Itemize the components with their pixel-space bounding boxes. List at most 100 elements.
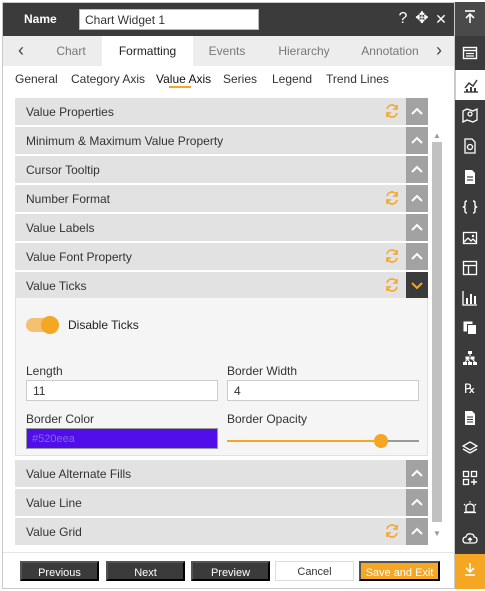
border-color-picker[interactable]: #520eea <box>26 428 218 449</box>
border-opacity-label: Border Opacity <box>227 412 308 426</box>
section-minimum-and-maximum-value-property[interactable]: Minimum & Maximum Value Property <box>15 127 428 154</box>
border-color-value: #520eea <box>32 433 75 445</box>
section-label: Value Ticks <box>26 279 87 293</box>
expand-down-icon[interactable] <box>455 554 485 589</box>
chevron-up-icon[interactable] <box>406 156 428 183</box>
tab-hierarchy[interactable]: Hierarchy <box>265 36 343 66</box>
tabs-prev-arrow-icon[interactable]: ‹ <box>11 36 31 66</box>
previous-button[interactable]: Previous <box>20 561 99 581</box>
panel-header: Name ? ✥ ✕ <box>3 3 454 36</box>
scroll-down-icon[interactable]: ▼ <box>431 528 443 540</box>
subtab-value-axis[interactable]: Value Axis <box>156 72 211 86</box>
next-button[interactable]: Next <box>106 561 185 581</box>
border-width-label: Border Width <box>227 364 298 378</box>
chevron-up-icon[interactable] <box>406 98 428 125</box>
script-file-icon[interactable] <box>455 131 485 161</box>
svg-text:℞: ℞ <box>464 382 476 396</box>
section-label: Value Grid <box>26 525 82 539</box>
reset-icon[interactable] <box>384 277 400 293</box>
alert-icon[interactable] <box>455 493 485 523</box>
scrollbar-thumb[interactable] <box>432 142 442 522</box>
length-input[interactable] <box>26 380 218 401</box>
text-file-icon[interactable] <box>455 403 485 433</box>
value-ticks-body: Disable Ticks Length Border Width Border… <box>15 298 428 456</box>
section-value-ticks[interactable]: Value Ticks <box>15 272 428 299</box>
subtab-category-axis[interactable]: Category Axis <box>71 72 145 86</box>
chart-properties-panel: Name ? ✥ ✕ ‹ Chart Formatting Events Hie… <box>2 2 455 589</box>
section-number-format[interactable]: Number Format <box>15 185 428 212</box>
chevron-up-icon[interactable] <box>406 518 428 545</box>
reset-icon[interactable] <box>384 248 400 264</box>
tab-chart[interactable]: Chart <box>40 36 102 66</box>
chevron-up-icon[interactable] <box>406 214 428 241</box>
chevron-up-icon[interactable] <box>406 460 428 487</box>
section-label: Number Format <box>26 192 111 206</box>
section-value-grid[interactable]: Value Grid <box>15 518 428 545</box>
section-value-alternate-fills[interactable]: Value Alternate Fills <box>15 460 428 487</box>
tabs-next-arrow-icon[interactable]: › <box>429 36 449 66</box>
chevron-up-icon[interactable] <box>406 243 428 270</box>
chevron-up-icon[interactable] <box>406 127 428 154</box>
subtab-series[interactable]: Series <box>223 72 257 86</box>
hierarchy-icon[interactable] <box>455 343 485 373</box>
disable-ticks-toggle[interactable] <box>26 316 60 334</box>
copy-icon[interactable] <box>455 313 485 343</box>
preview-button[interactable]: Preview <box>191 561 270 581</box>
disable-ticks-label: Disable Ticks <box>68 318 139 332</box>
section-label: Value Labels <box>26 221 95 235</box>
tab-annotation[interactable]: Annotation <box>355 36 425 66</box>
scroll-up-icon[interactable]: ▲ <box>431 130 443 142</box>
cancel-button[interactable]: Cancel <box>275 561 354 581</box>
slider-fill <box>227 440 381 442</box>
rx-icon[interactable]: ℞ <box>455 373 485 403</box>
section-scrollbar[interactable]: ▲ ▼ <box>431 96 443 544</box>
collapse-up-icon[interactable] <box>455 2 485 36</box>
section-value-labels[interactable]: Value Labels <box>15 214 428 241</box>
border-opacity-slider[interactable] <box>227 433 419 449</box>
section-label: Cursor Tooltip <box>26 163 100 177</box>
section-label: Value Font Property <box>26 250 132 264</box>
section-value-properties[interactable]: Value Properties <box>15 98 428 125</box>
slider-thumb[interactable] <box>373 434 388 448</box>
name-label: Name <box>24 12 57 26</box>
main-tabs: ‹ Chart Formatting Events Hierarchy Anno… <box>3 36 454 66</box>
widget-name-input[interactable] <box>79 9 259 30</box>
section-label: Minimum & Maximum Value Property <box>26 134 224 148</box>
right-toolbar: ℞ <box>455 2 485 589</box>
border-width-input[interactable] <box>227 380 419 401</box>
bar-chart-icon[interactable] <box>455 283 485 313</box>
reset-icon[interactable] <box>384 103 400 119</box>
image-icon[interactable] <box>455 223 485 253</box>
close-icon[interactable]: ✕ <box>433 9 449 29</box>
length-label: Length <box>26 364 63 378</box>
reset-icon[interactable] <box>384 523 400 539</box>
properties-icon[interactable] <box>455 38 485 68</box>
subtab-trend-lines[interactable]: Trend Lines <box>326 72 389 86</box>
active-subtab-underline <box>169 86 191 88</box>
subtab-legend[interactable]: Legend <box>272 72 312 86</box>
toggle-knob <box>41 316 59 334</box>
section-value-line[interactable]: Value Line <box>15 489 428 516</box>
chevron-down-icon[interactable] <box>406 272 428 299</box>
tab-formatting[interactable]: Formatting <box>102 36 193 66</box>
tab-events[interactable]: Events <box>193 36 261 66</box>
layout-icon[interactable] <box>455 253 485 283</box>
map-icon[interactable] <box>455 100 485 130</box>
add-widget-icon[interactable] <box>455 463 485 493</box>
move-icon[interactable]: ✥ <box>414 9 430 29</box>
subtab-general[interactable]: General <box>15 72 58 86</box>
border-color-label: Border Color <box>26 412 95 426</box>
document-icon[interactable] <box>455 162 485 192</box>
cloud-upload-icon[interactable] <box>455 523 485 553</box>
section-label: Value Properties <box>26 105 114 119</box>
help-icon[interactable]: ? <box>395 9 411 29</box>
layers-icon[interactable] <box>455 433 485 463</box>
section-value-font-property[interactable]: Value Font Property <box>15 243 428 270</box>
chevron-up-icon[interactable] <box>406 185 428 212</box>
reset-icon[interactable] <box>384 190 400 206</box>
braces-icon[interactable] <box>455 192 485 222</box>
save-and-exit-button[interactable]: Save and Exit <box>359 561 440 581</box>
chart-icon[interactable] <box>455 70 485 100</box>
chevron-up-icon[interactable] <box>406 489 428 516</box>
section-cursor-tooltip[interactable]: Cursor Tooltip <box>15 156 428 183</box>
